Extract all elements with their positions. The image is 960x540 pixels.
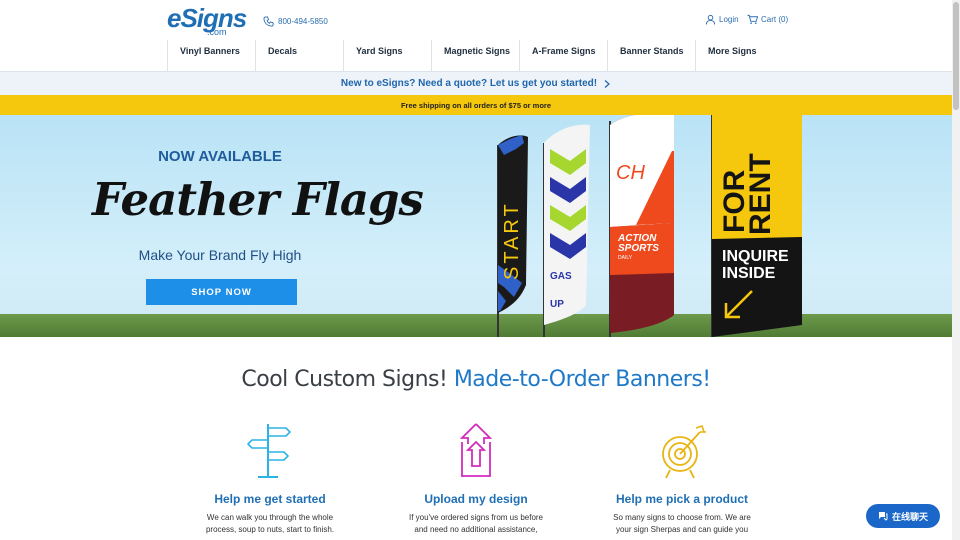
user-icon [705,14,716,25]
login-link[interactable]: Login [705,14,739,25]
feature-desc: So many signs to choose from. We are you… [613,513,751,534]
flag-start-text: START [501,201,523,280]
flag-action-sports: CH ACTION SPORTS DAILY [609,115,674,337]
nav-item-vinyl-banners[interactable]: Vinyl Banners [167,40,255,71]
flag-up-text: UP [550,299,564,310]
phone-icon [263,15,274,27]
shop-now-button[interactable]: SHOP NOW [146,279,297,305]
section-title: Cool Custom Signs! Made-to-Order Banners… [0,367,952,392]
site-header: eSigns .com 800-494-5850 Login Cart (0) [0,0,952,40]
page: eSigns .com 800-494-5850 Login Cart (0) … [0,0,960,540]
feature-pick-product[interactable]: Help me pick a product So many signs to … [592,420,772,536]
shipping-banner: Free shipping on all orders of $75 or mo… [0,95,952,115]
shipping-banner-text: Free shipping on all orders of $75 or mo… [400,100,552,110]
signpost-icon [246,424,292,478]
nav-item-decals[interactable]: Decals [255,40,343,71]
hero-kicker: NOW AVAILABLE [158,148,282,165]
cart-icon [747,14,758,24]
phone-number: 800-494-5850 [278,16,328,26]
feature-desc: We can walk you through the whole proces… [205,513,335,534]
flag-daily-text: DAILY [618,255,633,261]
feature-get-started[interactable]: Help me get started We can walk you thro… [180,420,360,536]
esigns-logo[interactable]: eSigns .com [167,3,247,37]
cart-label: Cart (0) [761,15,789,24]
feature-title: Help me get started [214,492,326,506]
nav-item-banner-stands[interactable]: Banner Stands [607,40,695,71]
nav-item-a-frame-signs[interactable]: A-Frame Signs [519,40,607,71]
feature-title: Upload my design [424,492,528,506]
chat-icon [878,512,888,521]
section-title-highlight: Made-to-Order Banners! [453,367,711,392]
section-title-plain: Cool Custom Signs! [241,367,454,392]
chevron-right-icon [604,79,610,88]
nav-item-yard-signs[interactable]: Yard Signs [343,40,431,71]
nav-item-more-signs[interactable]: More Signs [695,40,783,71]
flag-gas-text: GAS [550,271,572,282]
flag-rent-text: RENT [744,153,777,235]
flag-sports-text: SPORTS [618,243,659,254]
hero-banner[interactable]: NOW AVAILABLE Feather Flags Make Your Br… [0,115,952,337]
login-label: Login [719,15,739,24]
nav-item-magnetic-signs[interactable]: Magnetic Signs [431,40,519,71]
upload-icon [459,423,493,477]
feature-desc: If you've ordered signs from us before a… [408,513,544,534]
scrollbar-thumb[interactable] [953,2,959,110]
flag-for-rent: FOR RENT INQUIRE INSIDE [711,115,802,337]
cart-link[interactable]: Cart (0) [747,14,788,25]
feature-upload-design[interactable]: Upload my design If you've ordered signs… [386,420,566,536]
hero-subtitle: Make Your Brand Fly High [138,247,302,263]
flag-gas-up: GAS UP [543,124,590,337]
logo-suffix: .com [207,27,227,37]
live-chat-label: 在线聊天 [891,511,928,522]
flag-inside-text: INSIDE [722,265,776,282]
feather-flags-image: START GAS UP CH ACTION SPORTS DAILY FOR … [497,115,802,337]
flag-inquire-text: INQUIRE [722,248,789,265]
feature-title: Help me pick a product [615,492,749,506]
flag-ch-text: CH [616,162,645,184]
flag-start: START [497,135,528,337]
live-chat-button[interactable]: 在线聊天 [866,504,940,528]
quote-banner[interactable]: New to eSigns? Need a quote? Let us get … [0,72,952,95]
phone-link[interactable]: 800-494-5850 [263,14,328,28]
target-icon [662,424,706,479]
hero-title: Feather Flags [92,173,424,226]
main-nav: Vinyl Banners Decals Yard Signs Magnetic… [167,40,783,71]
quote-banner-text: New to eSigns? Need a quote? Let us get … [340,78,598,89]
